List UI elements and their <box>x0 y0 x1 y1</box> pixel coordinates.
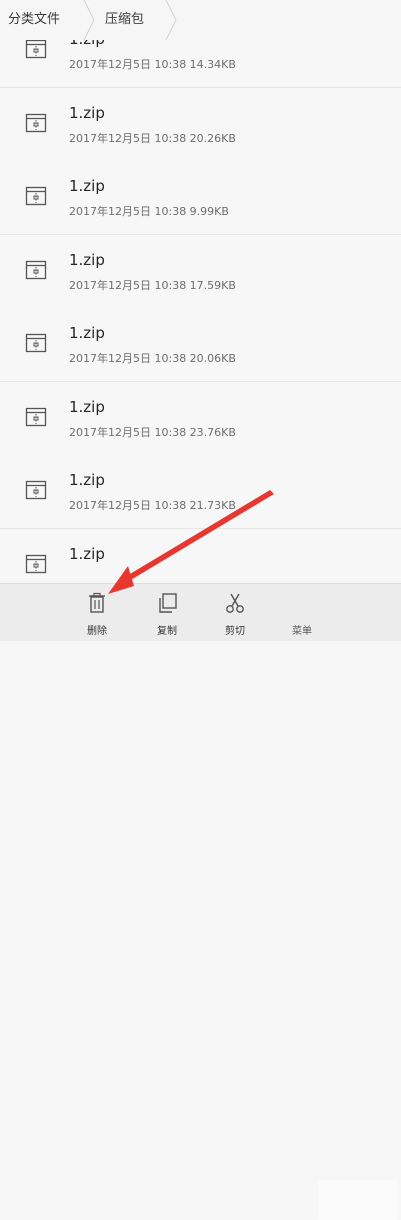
zip-file-icon <box>25 40 47 59</box>
file-row[interactable]: 1.zip 2017年12月5日 10:38 17.59KB <box>0 234 401 309</box>
zip-file-icon <box>25 186 47 206</box>
file-meta: 2017年12月5日 10:38 14.34KB <box>69 58 236 71</box>
file-row[interactable]: 1.zip 2017年12月5日 10:38 21.73KB <box>0 455 401 529</box>
file-name: 1.zip <box>69 397 105 416</box>
file-row[interactable]: 1.zip 2017年12月5日 10:38 23.76KB <box>0 381 401 456</box>
file-meta: 2017年12月5日 10:38 17.59KB <box>69 278 236 292</box>
trash-icon <box>89 592 105 613</box>
zip-file-icon <box>25 260 47 279</box>
chevron-right-icon <box>83 0 95 40</box>
zip-file-icon <box>25 333 47 353</box>
file-name: 1.zip <box>69 471 105 489</box>
breadcrumb: 分类文件 压缩包 <box>0 0 401 41</box>
file-name: 1.zip <box>69 250 105 269</box>
delete-button[interactable]: 删除 <box>67 584 127 641</box>
zip-file-icon <box>25 113 47 132</box>
file-row[interactable]: 1.zip 2017年12月5日 10:38 9.99KB <box>0 161 401 235</box>
file-meta: 2017年12月5日 10:38 20.26KB <box>69 131 236 145</box>
zip-file-icon <box>25 480 47 500</box>
watermark <box>318 1180 398 1220</box>
file-name: 1.zip <box>69 103 105 122</box>
file-name: 1.zip <box>69 177 105 195</box>
file-meta: 2017年12月5日 10:38 20.06KB <box>69 352 236 365</box>
file-row[interactable]: 1.zip 2017年12月5日 10:38 20.06KB <box>0 308 401 382</box>
cut-label: 剪切 <box>225 626 245 637</box>
delete-label: 删除 <box>87 626 107 637</box>
copy-icon <box>159 593 177 613</box>
file-row[interactable]: 1.zip 2017年12月5日 10:38 20.26KB <box>0 87 401 162</box>
bottom-toolbar: 删除 复制 剪切 菜单 <box>0 583 401 1220</box>
chevron-right-icon <box>165 0 177 40</box>
zip-file-icon <box>25 407 47 426</box>
file-list: 1.zip 2017年12月5日 10:38 14.34KB 1.zip 2017年1… <box>0 40 401 583</box>
file-name: 1.zip <box>69 324 105 342</box>
file-meta: 2017年12月5日 10:38 9.99KB <box>69 205 229 218</box>
file-meta: 2017年12月5日 10:38 21.73KB <box>69 499 236 512</box>
breadcrumb-item-archives[interactable]: 压缩包 <box>105 0 144 40</box>
copy-button[interactable]: 复制 <box>137 584 197 641</box>
menu-label: 菜单 <box>292 626 312 637</box>
file-row[interactable]: 1.zip <box>0 528 401 583</box>
file-name: 1.zip <box>69 544 105 563</box>
file-row[interactable]: 1.zip 2017年12月5日 10:38 14.34KB <box>0 40 401 88</box>
file-name: 1.zip <box>69 40 105 48</box>
zip-file-icon <box>25 554 47 573</box>
copy-label: 复制 <box>157 626 177 637</box>
breadcrumb-item-category-files[interactable]: 分类文件 <box>8 0 60 40</box>
scissors-icon <box>226 593 244 613</box>
file-meta: 2017年12月5日 10:38 23.76KB <box>69 425 236 439</box>
menu-button[interactable]: 菜单 <box>272 584 332 641</box>
cut-button[interactable]: 剪切 <box>205 584 265 641</box>
